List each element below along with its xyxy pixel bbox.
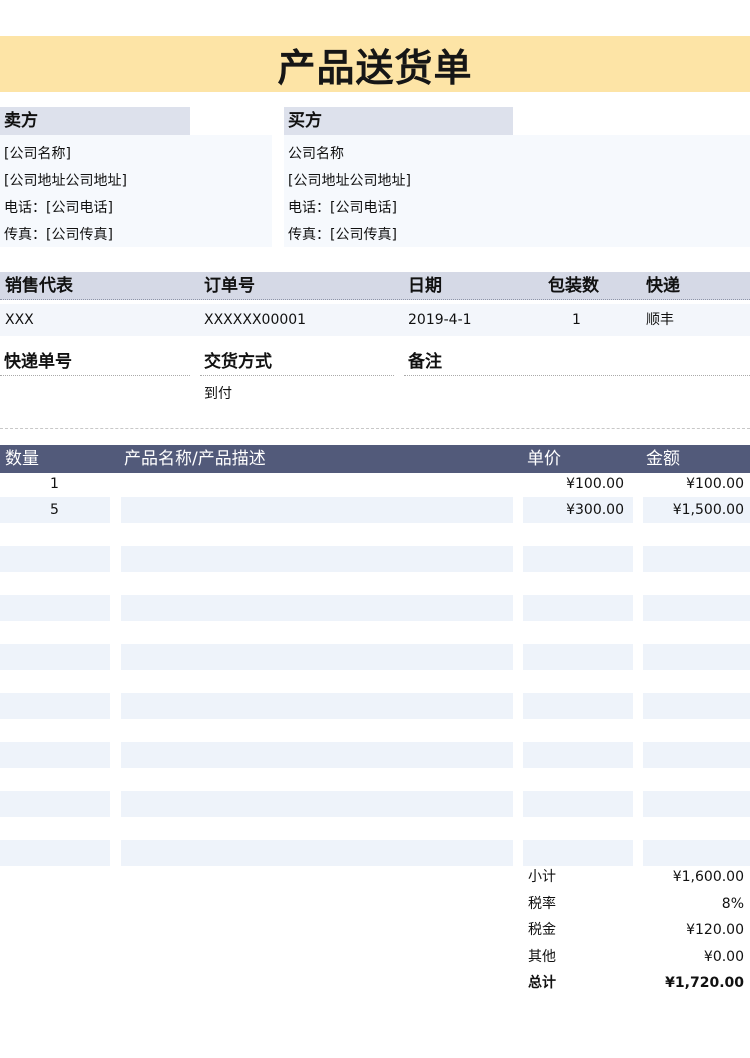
item-2-quantity: 5 <box>50 502 59 518</box>
subtotal-label: 小计 <box>528 869 556 885</box>
row-stripe <box>0 693 110 719</box>
value-order-number: XXXXXX00001 <box>204 312 307 328</box>
other-value: ¥0.00 <box>703 949 744 965</box>
row-stripe <box>121 791 513 817</box>
item-1-quantity: 1 <box>50 476 59 492</box>
row-stripe <box>523 840 633 866</box>
row-stripe <box>121 693 513 719</box>
row-stripe <box>0 595 110 621</box>
item-2-unit-price: ¥300.00 <box>566 502 624 518</box>
row-stripe <box>643 791 750 817</box>
row-stripe <box>643 742 750 768</box>
tax-rate-label: 税率 <box>528 896 556 912</box>
buyer-info: 公司名称 [公司地址公司地址] 电话：[公司电话] 传真：[公司传真] <box>284 135 750 247</box>
seller-name: [公司名称] <box>4 146 71 162</box>
buyer-phone: 电话：[公司电话] <box>288 200 397 216</box>
row-stripe <box>0 644 110 670</box>
row-stripe <box>523 693 633 719</box>
row-stripe <box>523 791 633 817</box>
value-package-count: 1 <box>572 312 581 328</box>
value-sales-rep: XXX <box>5 312 34 328</box>
buyer-heading: 买方 <box>284 107 513 135</box>
value-delivery-method: 到付 <box>204 386 232 402</box>
item-2-amount: ¥1,500.00 <box>672 502 744 518</box>
value-date: 2019-4-1 <box>408 312 472 328</box>
seller-address: [公司地址公司地址] <box>4 173 127 189</box>
header-unit-price: 单价 <box>527 449 561 469</box>
seller-phone: 电话：[公司电话] <box>4 200 113 216</box>
row-stripe <box>0 840 110 866</box>
row-stripe <box>643 644 750 670</box>
total-label: 总计 <box>528 975 556 991</box>
order-header-band <box>0 272 750 300</box>
header-amount: 金额 <box>646 449 680 469</box>
header-remarks: 备注 <box>404 348 750 376</box>
seller-fax: 传真：[公司传真] <box>4 227 113 243</box>
row-stripe <box>121 742 513 768</box>
row-stripe <box>121 644 513 670</box>
row-stripe <box>0 791 110 817</box>
row-stripe <box>121 595 513 621</box>
tax-amount-label: 税金 <box>528 922 556 938</box>
buyer-name: 公司名称 <box>288 146 344 162</box>
items-table-header: 数量 产品名称/产品描述 单价 金额 <box>0 445 750 473</box>
row-stripe <box>121 497 513 523</box>
section-divider <box>0 428 750 429</box>
seller-heading: 卖方 <box>0 107 190 135</box>
buyer-address: [公司地址公司地址] <box>288 173 411 189</box>
page-title: 产品送货单 <box>277 45 473 90</box>
item-1-amount: ¥100.00 <box>686 476 744 492</box>
row-stripe <box>523 742 633 768</box>
header-courier: 快递 <box>646 276 680 296</box>
seller-info: [公司名称] [公司地址公司地址] 电话：[公司电话] 传真：[公司传真] <box>0 135 272 247</box>
header-tracking-number: 快递单号 <box>0 348 190 376</box>
tax-rate-value: 8% <box>721 896 744 912</box>
buyer-fax: 传真：[公司传真] <box>288 227 397 243</box>
order-values-band <box>0 304 750 336</box>
row-stripe <box>643 546 750 572</box>
row-stripe <box>523 546 633 572</box>
tax-amount-value: ¥120.00 <box>686 922 744 938</box>
total-value: ¥1,720.00 <box>665 975 744 991</box>
subtotal-value: ¥1,600.00 <box>672 869 744 885</box>
header-order-number: 订单号 <box>204 276 255 296</box>
row-stripe <box>0 742 110 768</box>
row-stripe <box>121 546 513 572</box>
header-sales-rep: 销售代表 <box>5 276 73 296</box>
header-quantity: 数量 <box>5 449 39 469</box>
other-label: 其他 <box>528 949 556 965</box>
header-product-description: 产品名称/产品描述 <box>124 449 266 469</box>
row-stripe <box>643 840 750 866</box>
item-1-unit-price: ¥100.00 <box>566 476 624 492</box>
header-date: 日期 <box>408 276 442 296</box>
row-stripe <box>121 840 513 866</box>
row-stripe <box>523 644 633 670</box>
title-bar: 产品送货单 <box>0 36 750 92</box>
row-stripe <box>523 595 633 621</box>
header-package-count: 包装数 <box>548 276 599 296</box>
row-stripe <box>643 693 750 719</box>
value-courier: 顺丰 <box>646 312 674 328</box>
header-delivery-method: 交货方式 <box>200 348 394 376</box>
row-stripe <box>643 595 750 621</box>
row-stripe <box>0 546 110 572</box>
